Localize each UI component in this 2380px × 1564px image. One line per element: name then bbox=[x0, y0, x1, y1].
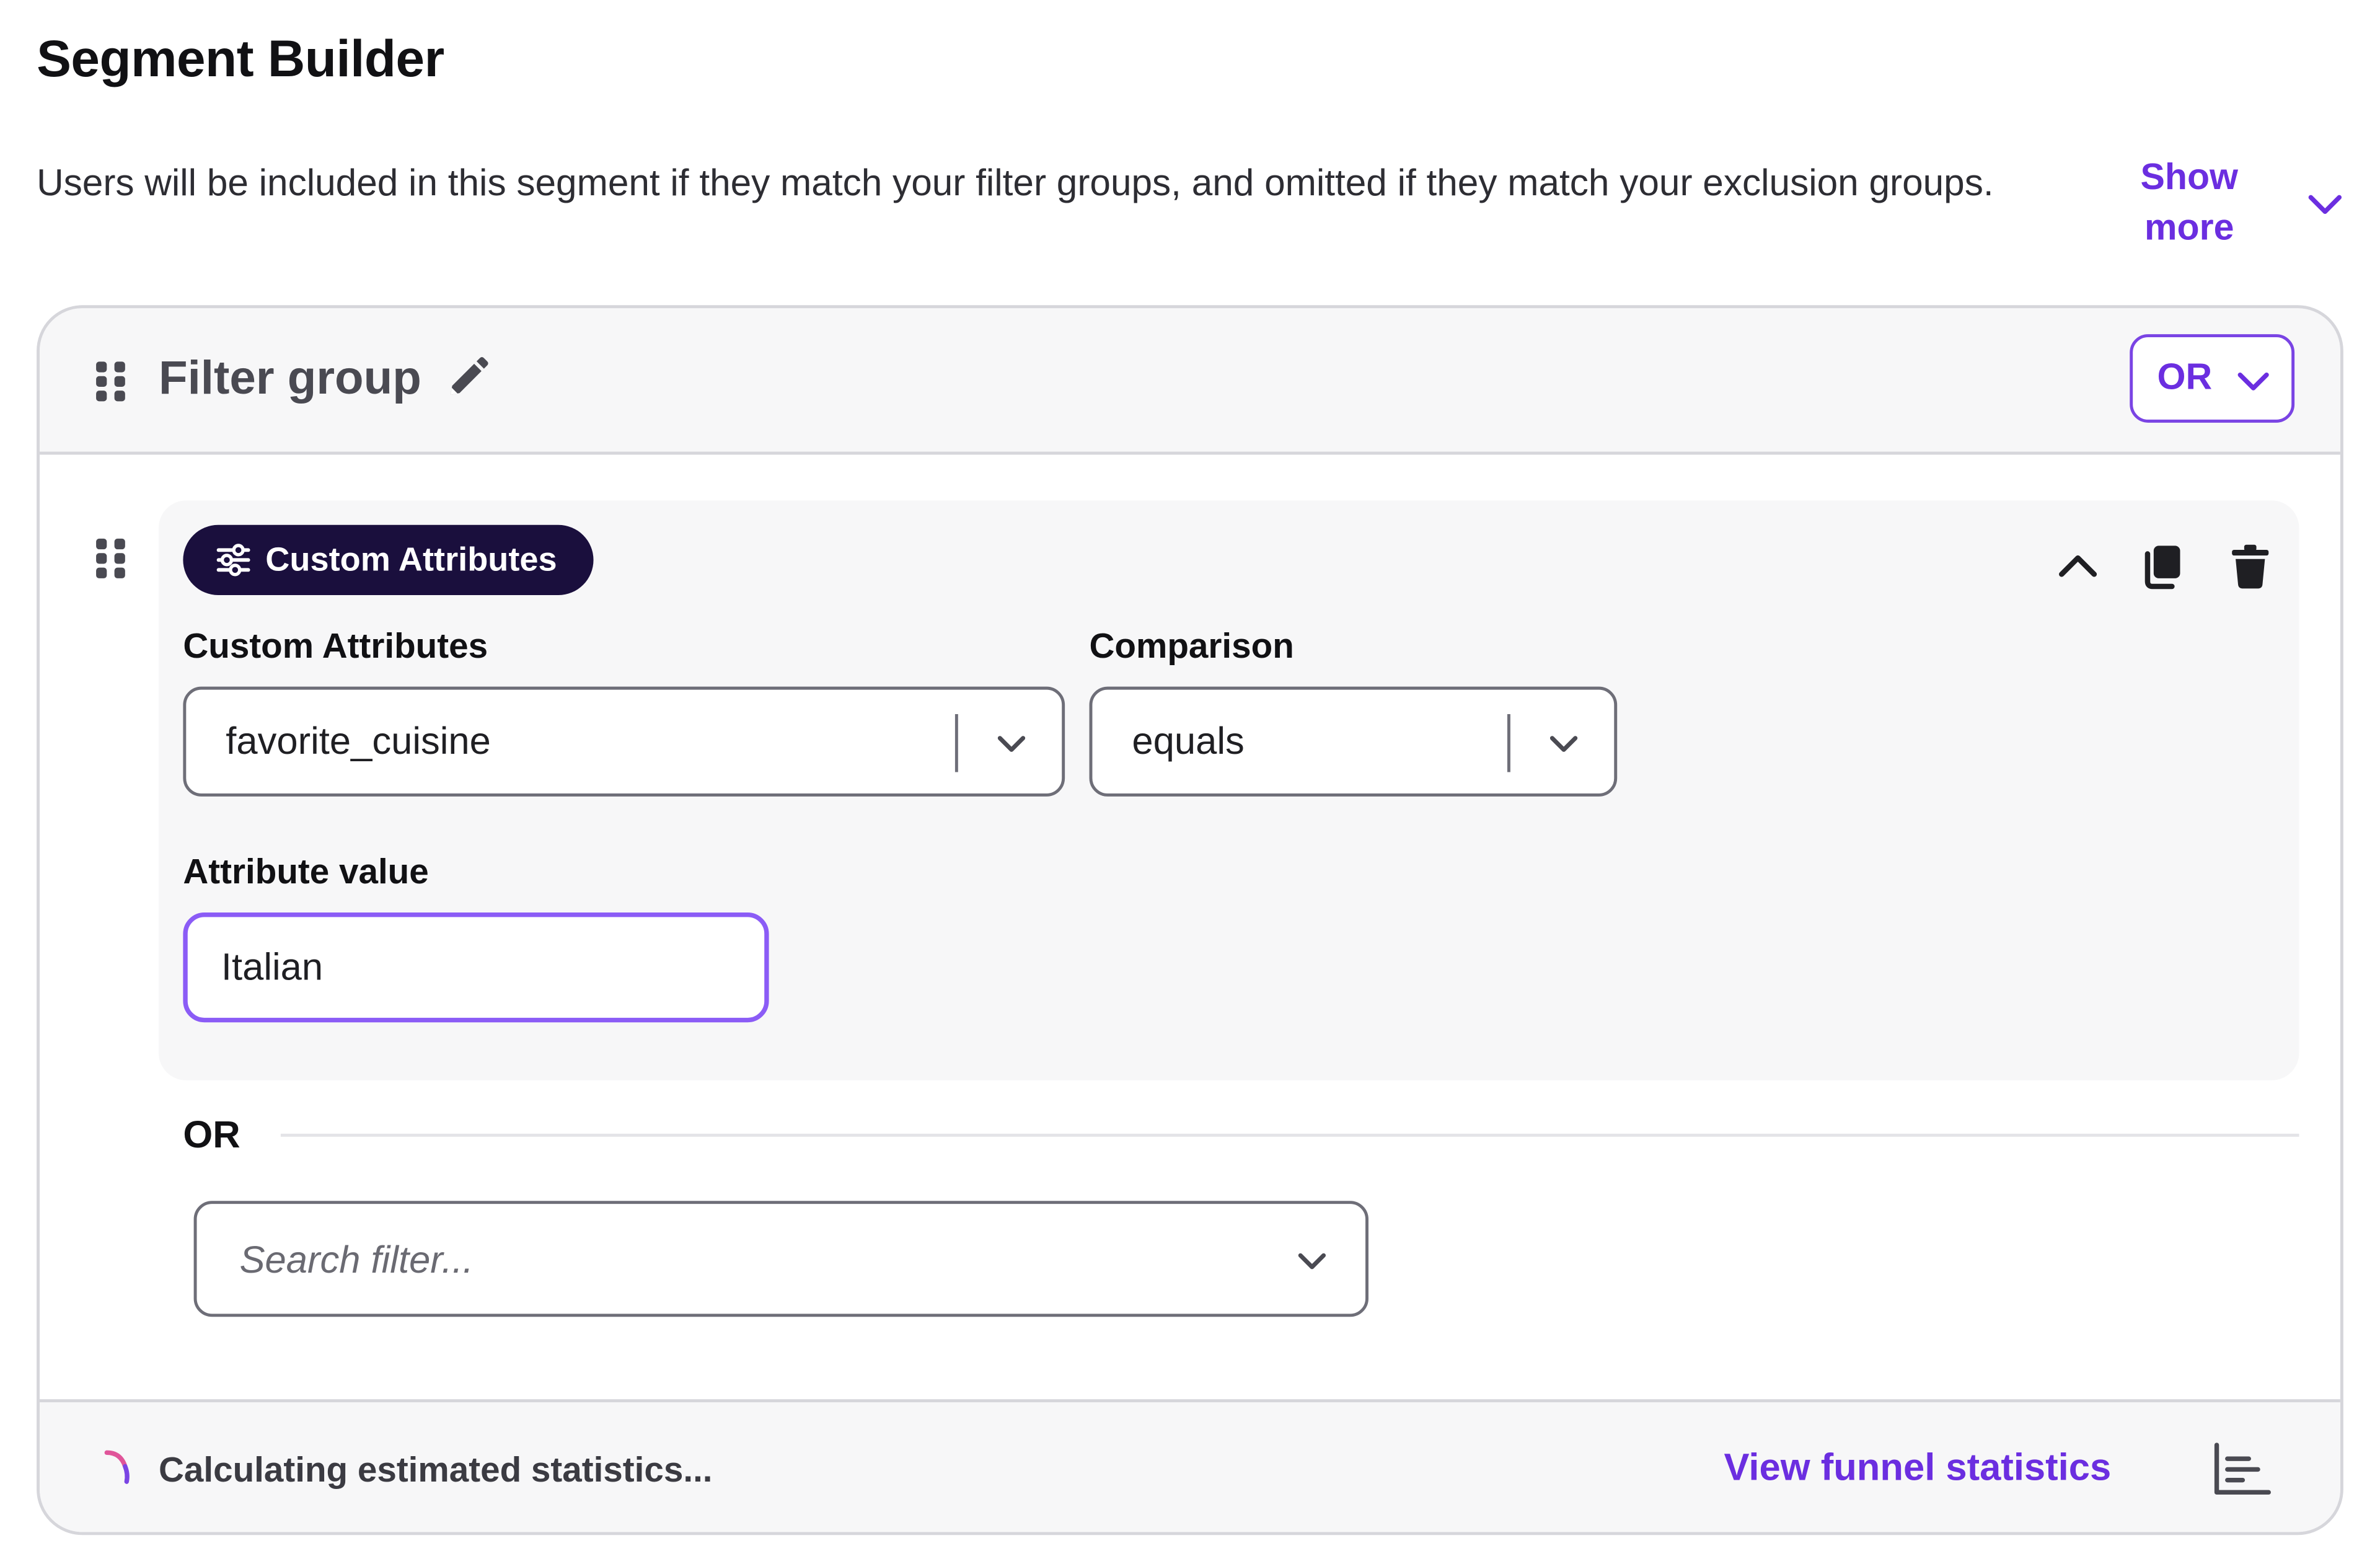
pencil-icon[interactable] bbox=[443, 354, 491, 403]
filter-item: Custom Attributes Custom Attributes Comp… bbox=[158, 500, 2299, 1080]
filter-group-card: Filter group OR Custom Attributes Custom… bbox=[37, 305, 2343, 1535]
chevron-down-icon bbox=[1298, 1253, 1326, 1270]
or-separator-label: OR bbox=[183, 1113, 240, 1157]
comparison-value: equals bbox=[1132, 720, 1245, 763]
show-more-button[interactable]: Show more bbox=[2123, 152, 2352, 259]
comparison-label: Comparison bbox=[1089, 625, 1294, 666]
statistics-status: Calculating estimated statistics... bbox=[158, 1449, 713, 1490]
trash-icon[interactable] bbox=[2226, 540, 2275, 592]
statistics-footer: Calculating estimated statistics... View… bbox=[39, 1399, 2340, 1532]
group-operator-value: OR bbox=[2157, 356, 2213, 399]
separator-line bbox=[280, 1133, 2299, 1137]
chevron-down-icon bbox=[2237, 372, 2269, 391]
comparison-select[interactable]: equals bbox=[1089, 686, 1618, 797]
filter-type-pill: Custom Attributes bbox=[183, 524, 594, 595]
select-divider bbox=[1507, 714, 1510, 772]
search-filter-select[interactable] bbox=[193, 1201, 1368, 1317]
page-title: Segment Builder bbox=[37, 30, 444, 89]
attribute-value-input[interactable] bbox=[183, 912, 769, 1023]
custom-attributes-label: Custom Attributes bbox=[183, 625, 488, 666]
chevron-down-icon bbox=[997, 736, 1026, 752]
filter-type-label: Custom Attributes bbox=[265, 540, 557, 578]
search-filter-input[interactable] bbox=[236, 1204, 1250, 1317]
attribute-value-label: Attribute value bbox=[183, 851, 429, 891]
loading-spinner-icon bbox=[104, 1450, 130, 1484]
filter-group-header: Filter group OR bbox=[39, 308, 2340, 455]
select-divider bbox=[954, 714, 958, 772]
bar-chart-icon[interactable] bbox=[2212, 1442, 2273, 1497]
custom-attribute-value: favorite_cuisine bbox=[226, 720, 491, 763]
chevron-down-icon bbox=[2308, 195, 2342, 214]
segment-builder-app: Segment Builder Users will be included i… bbox=[0, 0, 2380, 1564]
page-description: Users will be included in this segment i… bbox=[37, 163, 1994, 205]
show-more-label: Show more bbox=[2140, 157, 2239, 249]
copy-icon[interactable] bbox=[2138, 540, 2187, 592]
group-operator-dropdown[interactable]: OR bbox=[2130, 334, 2295, 423]
drag-handle-icon[interactable] bbox=[95, 537, 128, 580]
chevron-up-icon[interactable] bbox=[2053, 540, 2102, 592]
sliders-icon bbox=[216, 544, 250, 577]
filter-group-title: Filter group bbox=[158, 351, 421, 405]
drag-handle-icon[interactable] bbox=[95, 360, 128, 403]
chevron-down-icon bbox=[1549, 736, 1578, 752]
custom-attribute-select[interactable]: favorite_cuisine bbox=[183, 686, 1065, 797]
view-funnel-statistics-link[interactable]: View funnel statistics bbox=[1724, 1447, 2111, 1491]
